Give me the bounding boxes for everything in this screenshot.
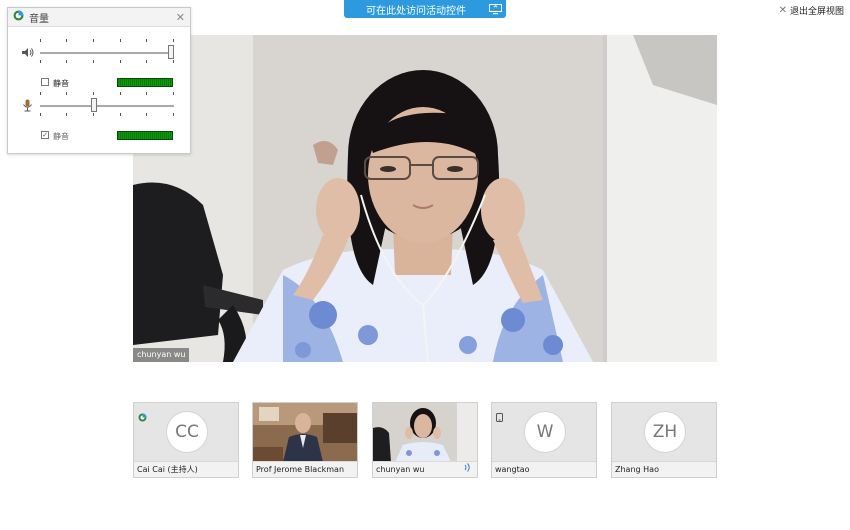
mic-slider-ticks-bottom: [40, 113, 174, 117]
avatar: W: [524, 411, 566, 453]
participant-video-thumbnail: [373, 403, 477, 462]
participant-avatar-area: W: [492, 403, 596, 462]
screen-share-icon[interactable]: [484, 0, 506, 18]
speaker-mute-label: 静音: [53, 79, 69, 88]
speaker-mute-checkbox[interactable]: [41, 78, 49, 86]
exit-fullscreen-label: 退出全屏视图: [789, 7, 844, 17]
host-icon: [138, 407, 147, 422]
app-logo-icon: [13, 10, 24, 24]
participant-name: Cai Cai (主持人): [134, 461, 238, 477]
microphone-icon: [20, 98, 34, 112]
speaker-slider-ticks-top: [40, 39, 174, 43]
speaker-volume-slider[interactable]: [40, 52, 174, 54]
participant-tile[interactable]: CC Cai Cai (主持人): [133, 402, 239, 478]
participant-avatar-area: CC: [134, 403, 238, 462]
microphone-mute-checkbox[interactable]: ✓: [41, 131, 49, 139]
participant-avatar-area: ZH: [612, 403, 716, 462]
avatar: ZH: [644, 411, 686, 453]
participant-name: Prof Jerome Blackman: [253, 461, 357, 477]
microphone-volume-slider[interactable]: [40, 105, 174, 107]
participant-name: wangtao: [492, 461, 596, 477]
close-icon[interactable]: ✕: [176, 11, 185, 24]
activity-controls-bar[interactable]: 可在此处访问活动控件: [344, 0, 506, 18]
microphone-volume-thumb[interactable]: [91, 98, 97, 112]
speaker-slider-ticks-bottom: [40, 60, 174, 64]
main-video-feed[interactable]: [133, 35, 717, 362]
phone-icon: [496, 407, 505, 422]
speaker-icon: [20, 45, 34, 59]
main-video-name-label: chunyan wu: [133, 348, 190, 362]
participant-tile[interactable]: chunyan wu: [372, 402, 478, 478]
mic-slider-ticks-top: [40, 92, 174, 96]
speaker-volume-thumb[interactable]: [168, 45, 174, 59]
avatar: CC: [166, 411, 208, 453]
participant-tile[interactable]: ZH Zhang Hao: [611, 402, 717, 478]
participant-tile[interactable]: Prof Jerome Blackman: [252, 402, 358, 478]
close-icon: ✕: [778, 5, 787, 16]
volume-panel-title: 音量: [29, 13, 49, 25]
speaking-icon: [464, 463, 472, 475]
video-frame-image: [133, 35, 717, 362]
microphone-mute-label: 静音: [53, 132, 69, 141]
activity-controls-label: 可在此处访问活动控件: [366, 5, 466, 17]
participant-name: chunyan wu: [373, 461, 477, 477]
speaker-level-meter: [117, 78, 173, 87]
participant-name: Zhang Hao: [612, 461, 716, 477]
exit-fullscreen-button[interactable]: ✕ 退出全屏视图: [779, 4, 844, 17]
participant-tile[interactable]: W wangtao: [491, 402, 597, 478]
participant-video-thumbnail: [253, 403, 357, 462]
volume-panel[interactable]: 音量 ✕ 静音 ✓ 静音: [7, 7, 191, 154]
microphone-level-meter: [117, 131, 173, 140]
volume-panel-header[interactable]: 音量 ✕: [8, 8, 190, 27]
